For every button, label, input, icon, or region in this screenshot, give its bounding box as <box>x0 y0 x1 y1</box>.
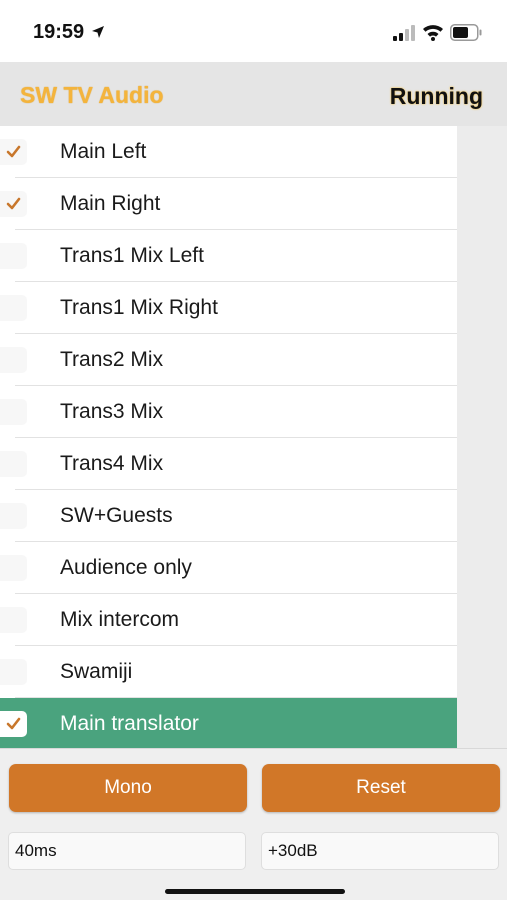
channel-item[interactable]: Audience only <box>0 542 457 594</box>
channel-checkbox[interactable] <box>0 191 27 217</box>
mono-button[interactable]: Mono <box>9 764 247 812</box>
cellular-signal-icon <box>393 25 415 41</box>
channel-label: Trans1 Mix Left <box>60 244 204 267</box>
channel-checkbox[interactable] <box>0 659 27 685</box>
channel-label: Trans4 Mix <box>60 452 164 475</box>
channel-item[interactable]: Trans2 Mix <box>0 334 457 386</box>
channel-checkbox[interactable] <box>0 295 27 321</box>
app-header: SW TV Audio Running <box>0 62 507 126</box>
bottom-panel: Mono Reset 40ms +30dB <box>0 748 507 900</box>
app-title: SW TV Audio <box>20 82 164 108</box>
channel-item[interactable]: Swamiji <box>0 646 457 698</box>
channel-checkbox[interactable] <box>0 139 27 165</box>
checkmark-icon <box>6 145 21 158</box>
battery-icon <box>450 24 482 41</box>
channel-label: SW+Guests <box>60 504 173 527</box>
channel-checkbox[interactable] <box>0 607 27 633</box>
reset-button[interactable]: Reset <box>262 764 500 812</box>
running-status: Running <box>389 83 483 109</box>
channel-label: Audience only <box>60 556 192 579</box>
channel-label: Swamiji <box>60 660 133 683</box>
channel-label: Trans3 Mix <box>60 400 164 423</box>
channel-item[interactable]: Trans1 Mix Left <box>0 230 457 282</box>
channel-checkbox[interactable] <box>0 503 27 529</box>
wifi-icon <box>423 25 443 41</box>
channel-label: Mix intercom <box>60 608 180 631</box>
channel-checkbox[interactable] <box>0 347 27 373</box>
channel-item[interactable]: SW+Guests <box>0 490 457 542</box>
channel-checkbox[interactable] <box>0 451 27 477</box>
channel-checkbox[interactable] <box>0 555 27 581</box>
location-arrow-icon <box>92 26 104 38</box>
channel-list: Main Left Main Right Trans1 Mix Left Trans1… <box>0 126 457 750</box>
channel-list-area: Main Left Main Right Trans1 Mix Left Trans1… <box>0 126 507 750</box>
status-time: 19:59 <box>33 21 85 43</box>
delay-field[interactable]: 40ms <box>8 832 246 870</box>
checkmark-icon <box>6 197 21 210</box>
channel-checkbox[interactable] <box>0 399 27 425</box>
channel-item[interactable]: Main translator <box>0 698 457 750</box>
channel-checkbox[interactable] <box>0 711 27 737</box>
channel-item[interactable]: Trans3 Mix <box>0 386 457 438</box>
channel-label: Main translator <box>60 712 199 735</box>
channel-checkbox[interactable] <box>0 243 27 269</box>
channel-label: Trans1 Mix Right <box>60 296 218 319</box>
channel-label: Main Right <box>60 192 161 215</box>
checkmark-icon <box>6 717 21 730</box>
channel-item[interactable]: Trans4 Mix <box>0 438 457 490</box>
channel-label: Main Left <box>60 140 147 163</box>
channel-label: Trans2 Mix <box>60 348 164 371</box>
status-bar: 19:59 <box>0 0 507 62</box>
home-indicator <box>165 889 345 894</box>
channel-item[interactable]: Mix intercom <box>0 594 457 646</box>
gain-field[interactable]: +30dB <box>261 832 499 870</box>
channel-item[interactable]: Main Left <box>0 126 457 178</box>
channel-item[interactable]: Main Right <box>0 178 457 230</box>
channel-item[interactable]: Trans1 Mix Right <box>0 282 457 334</box>
